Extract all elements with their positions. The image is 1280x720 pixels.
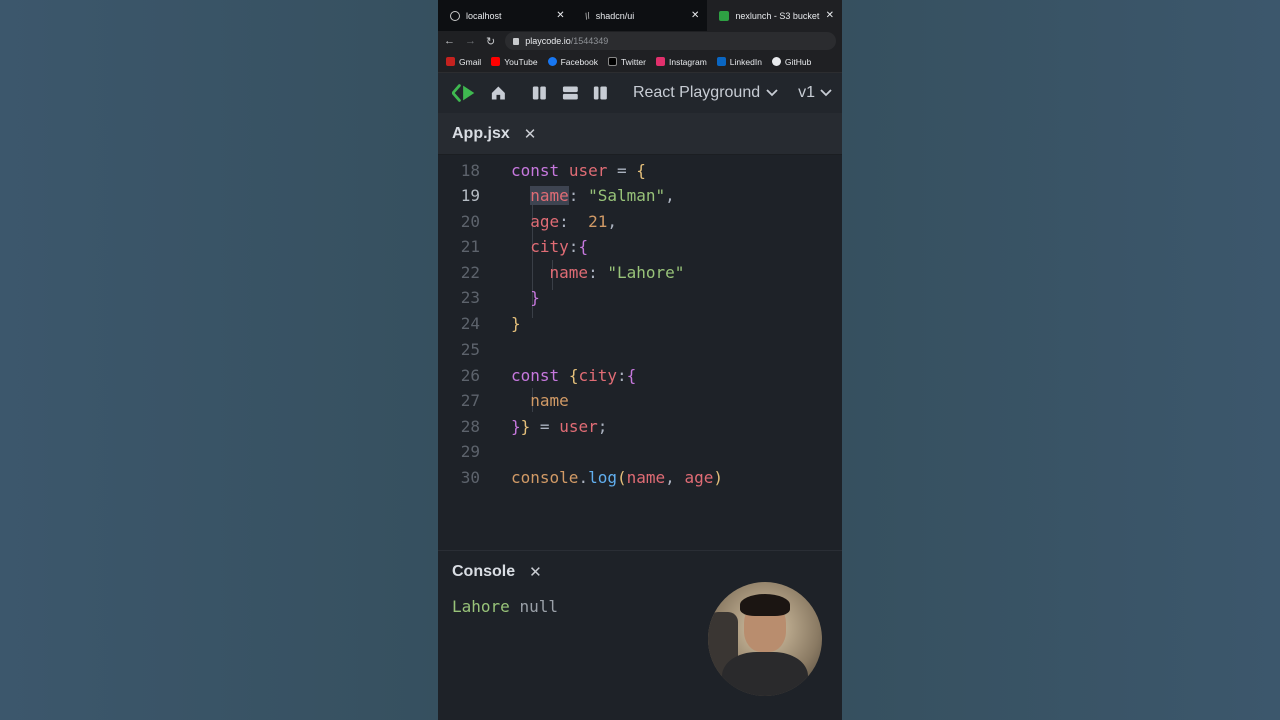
console-output: Lahore null: [452, 597, 558, 616]
twitter-icon: [607, 57, 617, 66]
webcam-hair: [740, 594, 790, 616]
version-label: v1: [798, 84, 816, 101]
browser-tab-localhost[interactable]: localhost ✕: [438, 0, 573, 31]
tab-label: localhost: [466, 10, 502, 21]
lock-icon: [513, 37, 520, 45]
code-editor[interactable]: 18 const user = { 19 name: "Salman", 20 a…: [438, 160, 842, 550]
layout-split-icon[interactable]: [592, 84, 609, 102]
background-left: [0, 0, 438, 720]
console-output-value: Lahore: [452, 597, 510, 616]
reload-icon[interactable]: ↻: [486, 35, 495, 48]
playcode-logo-icon[interactable]: [452, 82, 476, 104]
file-tab-app-jsx[interactable]: App.jsx ✕: [438, 113, 842, 155]
chevron-down-icon: [820, 89, 832, 97]
version-selector[interactable]: v1: [798, 84, 832, 102]
url-domain: playcode.io: [525, 36, 571, 46]
layout-columns-icon[interactable]: [531, 84, 548, 102]
project-selector[interactable]: React Playground: [633, 84, 778, 102]
globe-icon: [450, 10, 460, 21]
forward-arrow-icon[interactable]: →: [465, 35, 476, 47]
browser-tab-shadcn[interactable]: // shadcn/ui ✕: [573, 0, 708, 31]
linkedin-icon: [716, 57, 726, 66]
shadcn-icon: //: [583, 9, 592, 22]
layout-rows-icon[interactable]: [562, 84, 579, 102]
close-icon[interactable]: ✕: [691, 10, 699, 21]
console-title: Console: [452, 562, 516, 580]
bookmark-facebook[interactable]: Facebook: [547, 57, 598, 67]
gmail-icon: [446, 57, 455, 66]
instagram-icon: [655, 57, 665, 66]
bookmarks-bar: Gmail YouTube Facebook Twitter Instagram…: [438, 51, 842, 73]
bookmark-gmail[interactable]: Gmail: [446, 57, 481, 67]
facebook-icon: [547, 57, 557, 66]
project-name: React Playground: [632, 84, 761, 101]
address-bar-row: ← → ↻ playcode.io/1544349: [438, 31, 842, 51]
close-icon[interactable]: ✕: [529, 563, 542, 581]
background-right: [842, 0, 1280, 720]
github-icon: [771, 57, 781, 66]
close-icon[interactable]: ✕: [826, 10, 834, 21]
bookmark-youtube[interactable]: YouTube: [491, 57, 538, 67]
browser-tab-bar: localhost ✕ // shadcn/ui ✕ nexlunch - S3…: [438, 0, 842, 31]
tab-label: nexlunch - S3 bucket: [735, 10, 820, 21]
webcam-body: [722, 652, 808, 696]
console-output-null: null: [519, 597, 558, 616]
s3-icon: [719, 10, 730, 21]
bookmark-github[interactable]: GitHub: [771, 57, 811, 67]
bookmark-twitter[interactable]: Twitter: [607, 57, 646, 67]
bookmark-instagram[interactable]: Instagram: [655, 57, 707, 67]
bookmark-linkedin[interactable]: LinkedIn: [716, 57, 762, 67]
chevron-down-icon: [766, 89, 778, 97]
back-arrow-icon[interactable]: ←: [444, 35, 455, 47]
close-icon[interactable]: ✕: [556, 10, 564, 21]
url-field[interactable]: playcode.io/1544349: [505, 32, 836, 50]
close-icon[interactable]: ✕: [524, 125, 537, 143]
youtube-icon: [491, 57, 501, 66]
url-path: /1544349: [570, 36, 609, 46]
home-icon[interactable]: [490, 84, 507, 102]
tab-label: shadcn/ui: [595, 10, 635, 21]
browser-tab-s3[interactable]: nexlunch - S3 bucket ✕: [707, 0, 842, 31]
app-toolbar: React Playground v1: [438, 73, 842, 113]
browser-window: localhost ✕ // shadcn/ui ✕ nexlunch - S3…: [438, 0, 842, 720]
webcam-overlay: [708, 582, 822, 696]
file-tab-label: App.jsx: [452, 124, 510, 142]
